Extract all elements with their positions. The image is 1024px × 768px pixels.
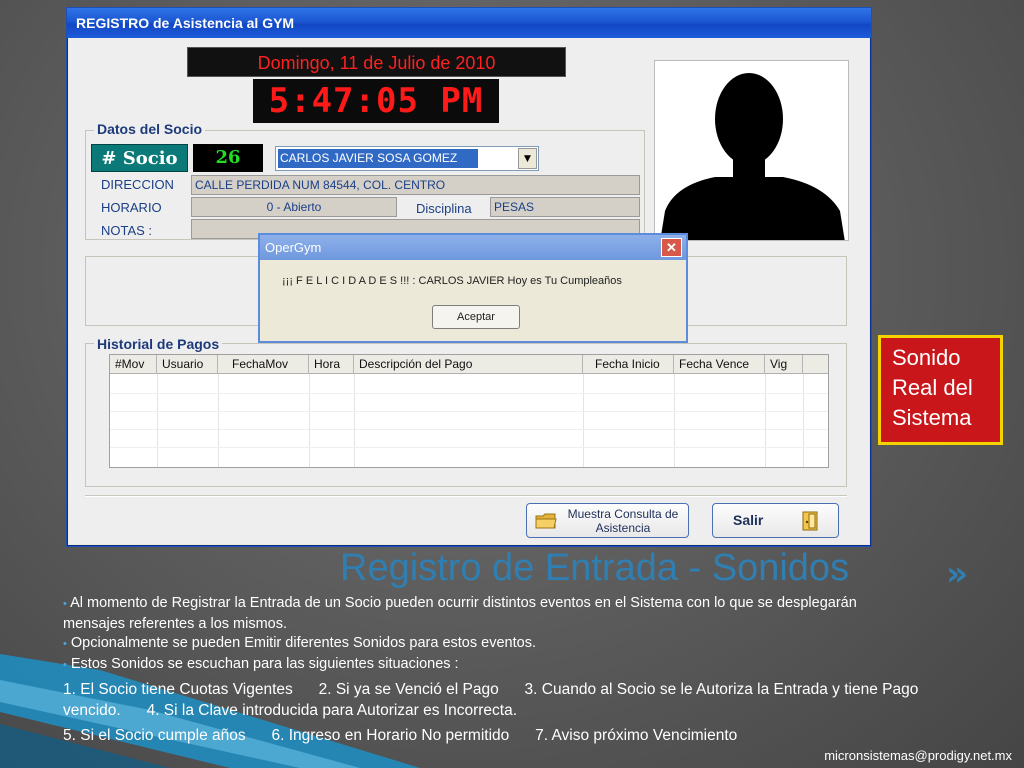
table-gridline: [157, 374, 158, 467]
close-icon[interactable]: ✕: [661, 238, 682, 257]
bullet-marker: •: [63, 638, 67, 650]
col-descripcion[interactable]: Descripción del Pago: [354, 355, 583, 374]
table-gridline: [110, 429, 828, 430]
col-vig[interactable]: Vig: [765, 355, 803, 374]
member-photo: [654, 60, 849, 241]
member-name-value: CARLOS JAVIER SOSA GOMEZ: [278, 149, 478, 168]
direccion-label: DIRECCION: [101, 177, 174, 192]
bullet-1: • Al momento de Registrar la Entrada de …: [63, 593, 919, 634]
socio-label: # Socio: [91, 144, 188, 172]
member-name-select[interactable]: CARLOS JAVIER SOSA GOMEZ ▼: [275, 146, 539, 171]
col-usuario[interactable]: Usuario: [157, 355, 218, 374]
table-gridline: [309, 374, 310, 467]
callout-text: Sonido Real del Sistema: [892, 345, 973, 430]
birthday-dialog: OperGym ✕ ¡¡¡ F E L I C I D A D E S !!! …: [258, 233, 688, 343]
table-gridline: [765, 374, 766, 467]
table-gridline: [674, 374, 675, 467]
dialog-message: ¡¡¡ F E L I C I D A D E S !!! : CARLOS J…: [282, 275, 622, 287]
disciplina-field[interactable]: PESAS: [490, 197, 640, 217]
footer-email: micronsistemas@prodigy.net.mx: [824, 748, 1012, 763]
table-gridline: [110, 447, 828, 448]
chevron-down-icon[interactable]: ▼: [518, 148, 537, 169]
bullet-2-text: Opcionalmente se pueden Emitir diferente…: [70, 635, 536, 651]
consulta-asistencia-label: Muestra Consulta de Asistencia: [567, 507, 679, 535]
col-hora[interactable]: Hora: [309, 355, 354, 374]
col-fecha-vence[interactable]: Fecha Vence: [674, 355, 765, 374]
table-gridline: [110, 393, 828, 394]
col-fechamov[interactable]: FechaMov: [218, 355, 309, 374]
sonido-callout: Sonido Real del Sistema: [878, 335, 1003, 445]
col-fecha-inicio[interactable]: Fecha Inicio: [583, 355, 674, 374]
table-gridline: [583, 374, 584, 467]
consulta-asistencia-button[interactable]: Muestra Consulta de Asistencia: [526, 503, 689, 538]
bullet-1-text: Al momento de Registrar la Entrada de un…: [63, 595, 857, 632]
date-display: Domingo, 11 de Julio de 2010: [187, 47, 566, 77]
notas-label: NOTAS :: [101, 223, 153, 238]
time-display: 5:47:05 PM: [253, 79, 499, 123]
salir-label: Salir: [733, 512, 764, 528]
col-mov[interactable]: #Mov: [110, 355, 157, 374]
table-gridline: [110, 411, 828, 412]
historial-table[interactable]: #Mov Usuario FechaMov Hora Descripción d…: [109, 354, 829, 468]
socio-number[interactable]: 26: [193, 144, 263, 172]
horario-label: HORARIO: [101, 200, 162, 215]
situations-line-1: 1. El Socio tiene Cuotas Vigentes 2. Si …: [63, 681, 923, 719]
situations-line-2: 5. Si el Socio cumple años 6. Ingreso en…: [63, 727, 738, 744]
door-icon: [802, 511, 818, 531]
historial-table-header: #Mov Usuario FechaMov Hora Descripción d…: [110, 355, 828, 374]
dialog-titlebar: OperGym: [260, 235, 686, 260]
horario-field[interactable]: 0 - Abierto: [191, 197, 397, 217]
datos-socio-legend: Datos del Socio: [94, 121, 206, 137]
direccion-field[interactable]: CALLE PERDIDA NUM 84544, COL. CENTRO: [191, 175, 640, 195]
aceptar-button[interactable]: Aceptar: [432, 305, 520, 329]
silhouette-photo: [660, 73, 845, 240]
double-chevron-right-icon: »: [946, 554, 968, 594]
divider: [85, 495, 847, 497]
table-gridline: [354, 374, 355, 467]
table-gridline: [218, 374, 219, 467]
window-titlebar: REGISTRO de Asistencia al GYM: [67, 8, 871, 38]
table-gridline: [803, 374, 804, 467]
historial-legend: Historial de Pagos: [94, 336, 223, 352]
bullet-marker: •: [63, 659, 67, 671]
bullet-3-text: Estos Sonidos se escuchan para las sigui…: [70, 656, 459, 672]
salir-button[interactable]: Salir: [712, 503, 839, 538]
disciplina-label: Disciplina: [416, 201, 472, 216]
bullet-3: • Estos Sonidos se escuchan para las sig…: [63, 654, 919, 675]
bullet-2: • Opcionalmente se pueden Emitir diferen…: [63, 633, 919, 654]
folder-icon: [535, 513, 557, 529]
bullet-marker: •: [63, 598, 67, 610]
slide-title: Registro de Entrada - Sonidos: [340, 547, 850, 589]
